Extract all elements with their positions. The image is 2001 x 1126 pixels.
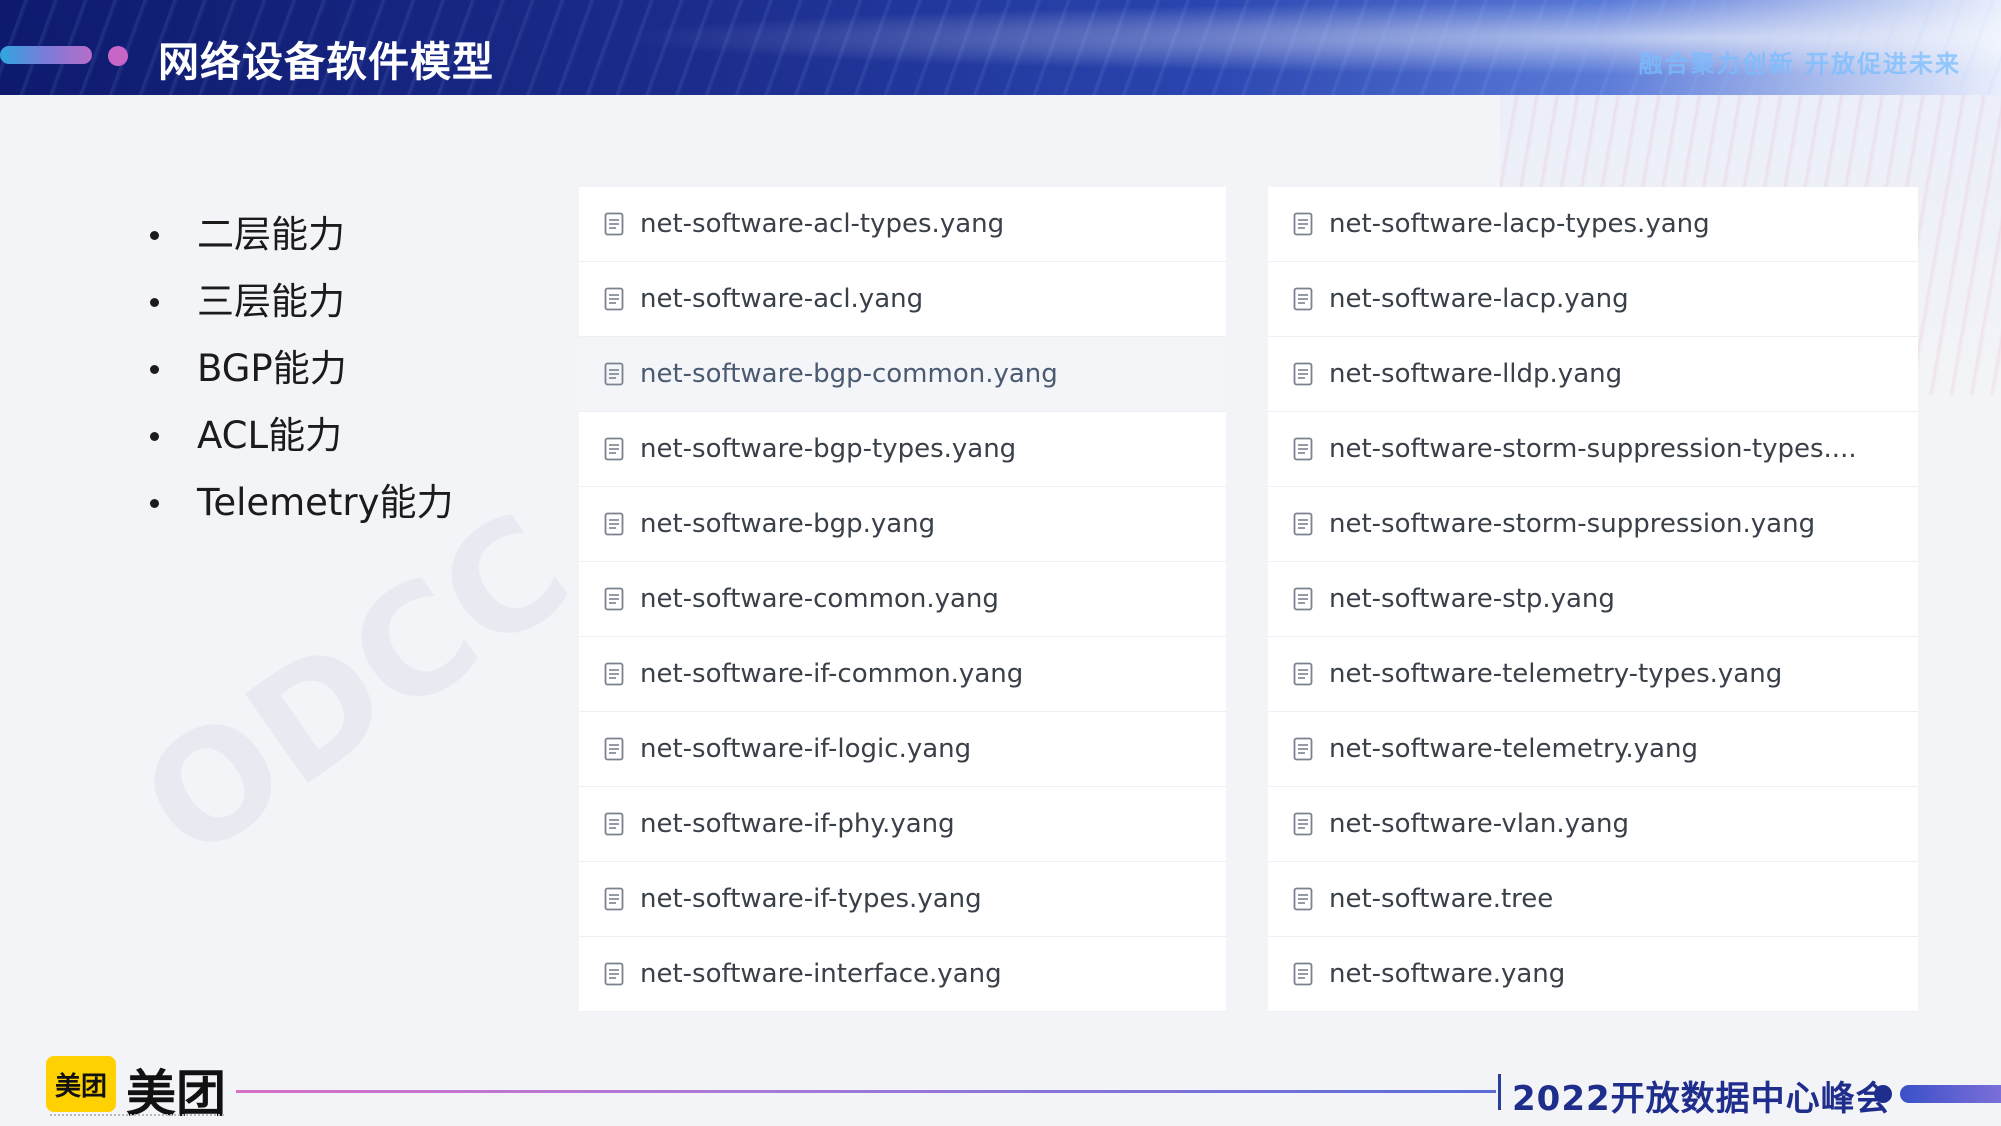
file-icon	[1293, 287, 1313, 311]
bullet-dot	[150, 365, 159, 374]
file-icon	[1293, 962, 1313, 986]
capability-label: 三层能力	[197, 280, 345, 323]
footer-dot	[1874, 1085, 1892, 1103]
file-name[interactable]: net-software-vlan.yang	[1329, 809, 1629, 839]
file-name[interactable]: net-software-stp.yang	[1329, 584, 1615, 614]
file-name[interactable]: net-software-storm-suppression.yang	[1329, 509, 1815, 539]
file-row[interactable]: net-software-bgp-types.yang	[579, 412, 1226, 487]
file-icon	[1293, 662, 1313, 686]
file-row[interactable]: net-software-vlan.yang	[1268, 787, 1918, 862]
title-accent-bar	[0, 46, 92, 64]
title-accent-dot	[108, 46, 128, 66]
file-icon	[604, 587, 624, 611]
file-icon	[604, 737, 624, 761]
file-name[interactable]: net-software-lldp.yang	[1329, 359, 1622, 389]
file-icon	[604, 512, 624, 536]
capability-item: BGP能力	[150, 344, 454, 411]
bullet-dot	[150, 298, 159, 307]
file-icon	[604, 887, 624, 911]
file-row[interactable]: net-software.tree	[1268, 862, 1918, 937]
file-row[interactable]: net-software-if-logic.yang	[579, 712, 1226, 787]
event-name: 2022开放数据中心峰会	[1512, 1079, 1891, 1119]
file-icon	[604, 212, 624, 236]
capability-item: 三层能力	[150, 277, 454, 344]
file-name[interactable]: net-software-acl-types.yang	[640, 209, 1004, 239]
file-row[interactable]: net-software-interface.yang	[579, 937, 1226, 1012]
file-name[interactable]: net-software-bgp-types.yang	[640, 434, 1016, 464]
capability-list: 二层能力 三层能力 BGP能力 ACL能力 Telemetry能力	[150, 210, 454, 545]
file-icon	[1293, 212, 1313, 236]
file-name[interactable]: net-software-lacp-types.yang	[1329, 209, 1710, 239]
file-icon	[604, 812, 624, 836]
file-row[interactable]: net-software-common.yang	[579, 562, 1226, 637]
file-row[interactable]: net-software-storm-suppression-types....	[1268, 412, 1918, 487]
file-row[interactable]: net-software-lldp.yang	[1268, 337, 1918, 412]
file-icon	[604, 437, 624, 461]
file-name[interactable]: net-software-storm-suppression-types....	[1329, 434, 1857, 464]
file-row[interactable]: net-software-if-types.yang	[579, 862, 1226, 937]
capability-label: 二层能力	[197, 213, 345, 256]
file-row[interactable]: net-software-lacp.yang	[1268, 262, 1918, 337]
file-name[interactable]: net-software-lacp.yang	[1329, 284, 1629, 314]
file-row[interactable]: net-software-acl-types.yang	[579, 187, 1226, 262]
file-row[interactable]: net-software-telemetry-types.yang	[1268, 637, 1918, 712]
file-icon	[604, 962, 624, 986]
footer-divider	[1498, 1074, 1501, 1110]
capability-label: Telemetry能力	[197, 481, 454, 524]
file-icon	[1293, 362, 1313, 386]
file-row[interactable]: net-software-if-phy.yang	[579, 787, 1226, 862]
bullet-dot	[150, 432, 159, 441]
file-name[interactable]: net-software-if-common.yang	[640, 659, 1023, 689]
file-list-left: net-software-acl-types.yang net-software-…	[579, 187, 1226, 1012]
file-name[interactable]: net-software.yang	[1329, 959, 1565, 989]
file-name[interactable]: net-software-if-logic.yang	[640, 734, 971, 764]
file-icon	[604, 362, 624, 386]
footer-line	[236, 1090, 1496, 1093]
file-icon	[1293, 812, 1313, 836]
file-icon	[1293, 887, 1313, 911]
capability-item: ACL能力	[150, 411, 454, 478]
meituan-logo-mark: 美团	[46, 1056, 116, 1112]
capability-item: 二层能力	[150, 210, 454, 277]
file-list-right: net-software-lacp-types.yang net-software…	[1268, 187, 1918, 1012]
footer-accent-bar	[1900, 1085, 2001, 1103]
file-icon	[1293, 737, 1313, 761]
file-name[interactable]: net-software-acl.yang	[640, 284, 923, 314]
file-row[interactable]: net-software-telemetry.yang	[1268, 712, 1918, 787]
file-name[interactable]: net-software-telemetry-types.yang	[1329, 659, 1782, 689]
file-name[interactable]: net-software-bgp.yang	[640, 509, 935, 539]
file-name[interactable]: net-software-telemetry.yang	[1329, 734, 1698, 764]
file-name[interactable]: net-software-bgp-common.yang	[640, 359, 1058, 389]
file-row[interactable]: net-software-if-common.yang	[579, 637, 1226, 712]
file-row[interactable]: net-software-stp.yang	[1268, 562, 1918, 637]
file-name[interactable]: net-software-interface.yang	[640, 959, 1002, 989]
header-slogan: 融合聚力创新 开放促进未来	[1638, 50, 1961, 78]
file-name[interactable]: net-software.tree	[1329, 884, 1553, 914]
capability-label: ACL能力	[197, 414, 343, 457]
bullet-dot	[150, 499, 159, 508]
capability-item: Telemetry能力	[150, 478, 454, 545]
file-row[interactable]: net-software-bgp.yang	[579, 487, 1226, 562]
file-icon	[604, 287, 624, 311]
file-row[interactable]: net-software-lacp-types.yang	[1268, 187, 1918, 262]
file-icon	[1293, 512, 1313, 536]
file-icon	[604, 662, 624, 686]
file-row[interactable]: net-software-acl.yang	[579, 262, 1226, 337]
capability-label: BGP能力	[197, 347, 347, 390]
file-row[interactable]: net-software-bgp-common.yang	[579, 337, 1226, 412]
bullet-dot	[150, 231, 159, 240]
file-row[interactable]: net-software.yang	[1268, 937, 1918, 1012]
file-name[interactable]: net-software-if-phy.yang	[640, 809, 955, 839]
file-icon	[1293, 437, 1313, 461]
file-icon	[1293, 587, 1313, 611]
file-name[interactable]: net-software-common.yang	[640, 584, 999, 614]
page-title: 网络设备软件模型	[158, 38, 494, 86]
logo-underline	[50, 1114, 224, 1118]
file-name[interactable]: net-software-if-types.yang	[640, 884, 982, 914]
file-row[interactable]: net-software-storm-suppression.yang	[1268, 487, 1918, 562]
